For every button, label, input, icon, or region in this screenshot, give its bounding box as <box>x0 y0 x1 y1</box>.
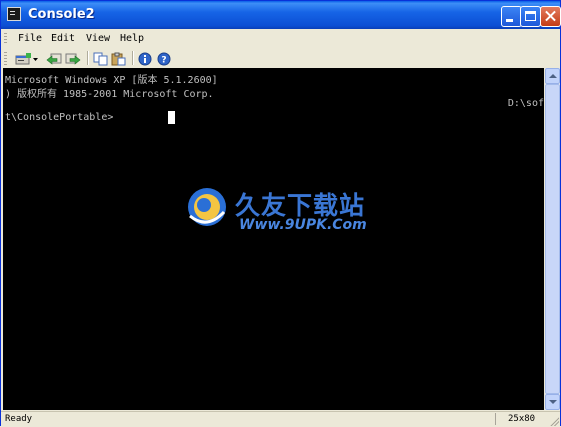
console-line: Microsoft Windows XP [版本 5.1.2600] <box>5 75 218 86</box>
svg-text:?: ? <box>161 56 166 66</box>
title-bar[interactable]: Console2 <box>1 1 561 29</box>
maximize-button[interactable] <box>520 6 541 27</box>
menu-view[interactable]: View <box>83 31 113 46</box>
toolbar: ? <box>1 49 560 68</box>
help-icon[interactable]: ? <box>157 51 173 66</box>
console-size: 25x80 <box>508 414 536 424</box>
console-prompt: t\ConsolePortable> <box>5 112 114 123</box>
info-icon[interactable] <box>138 51 154 66</box>
vertical-scrollbar[interactable] <box>545 68 560 410</box>
window-title: Console2 <box>28 7 95 22</box>
close-button[interactable] <box>540 6 561 27</box>
status-bar: Ready 25x80 <box>1 411 560 427</box>
menubar-grip[interactable] <box>4 33 7 45</box>
console-line: D:\sof <box>507 98 544 109</box>
toolbar-separator <box>132 51 134 65</box>
console-app-icon[interactable] <box>7 7 21 21</box>
minimize-button[interactable] <box>501 6 522 27</box>
console-line: ) 版权所有 1985-2001 Microsoft Corp. <box>5 89 214 100</box>
dropdown-arrow-icon[interactable] <box>33 51 39 65</box>
back-icon[interactable] <box>46 51 62 65</box>
menu-bar: File Edit View Help <box>1 29 560 50</box>
toolbar-grip[interactable] <box>4 52 7 65</box>
toolbar-separator <box>87 51 89 65</box>
menu-help[interactable]: Help <box>117 31 147 46</box>
text-cursor <box>168 111 175 124</box>
watermark-logo <box>186 186 228 228</box>
menu-edit[interactable]: Edit <box>48 31 78 46</box>
scroll-down-button[interactable] <box>545 394 560 410</box>
menu-file[interactable]: File <box>15 31 45 46</box>
console-size-pane: 25x80 <box>495 413 548 425</box>
console2-window: Console2 File Edit View Help ? Microsoft… <box>0 0 561 427</box>
forward-icon[interactable] <box>65 51 81 65</box>
resize-grip-icon[interactable] <box>548 415 559 426</box>
new-tab-icon[interactable] <box>15 51 33 65</box>
scroll-thumb[interactable] <box>545 84 560 394</box>
scroll-up-button[interactable] <box>545 68 560 84</box>
copy-icon[interactable] <box>93 51 109 66</box>
watermark-url: Www.9UPK.Com <box>239 217 367 233</box>
status-text: Ready <box>5 414 33 424</box>
paste-icon[interactable] <box>111 51 127 66</box>
console-output-area[interactable]: Microsoft Windows XP [版本 5.1.2600] ) 版权所… <box>3 68 544 410</box>
